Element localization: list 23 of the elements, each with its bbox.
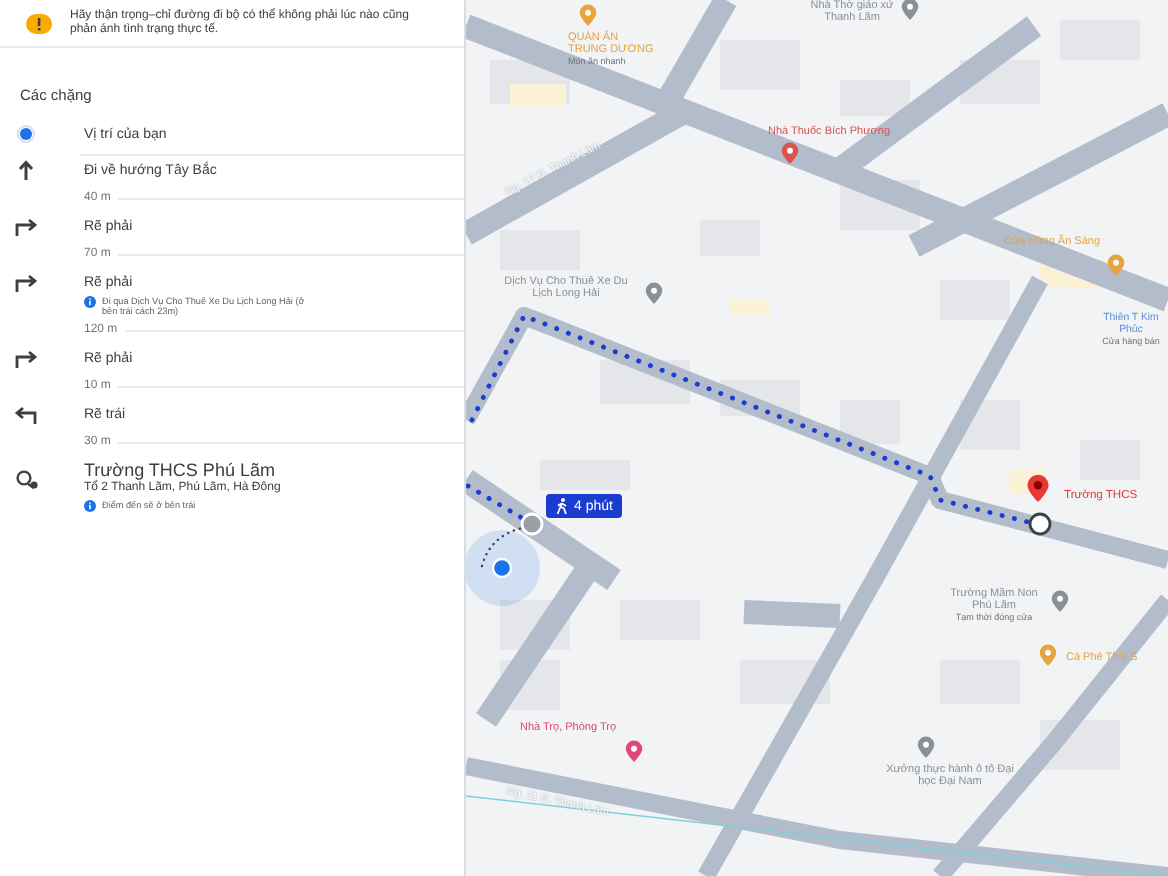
warning-icon xyxy=(26,13,52,33)
building-block xyxy=(720,40,800,90)
building-block xyxy=(940,280,1010,320)
building-block xyxy=(500,230,580,270)
location-dot-icon xyxy=(16,124,36,144)
info-icon xyxy=(84,500,96,512)
route-end-marker xyxy=(1028,512,1052,536)
turn-right-icon xyxy=(14,216,38,236)
turn-right-icon xyxy=(14,348,38,368)
up-arrow-icon xyxy=(18,160,34,180)
destination-pin-icon xyxy=(15,470,37,490)
destination-pin-icon[interactable] xyxy=(1026,474,1050,502)
route-start-marker xyxy=(520,512,544,536)
walking-person-icon xyxy=(556,498,568,514)
building-block xyxy=(840,80,910,116)
turn-left-icon xyxy=(14,404,38,424)
commercial-block xyxy=(510,84,566,108)
destination-name: Trường THCS Phú Lãm xyxy=(84,460,277,480)
turn-right-icon xyxy=(14,272,38,292)
user-location-icon xyxy=(466,530,540,606)
building-block xyxy=(840,400,900,444)
commercial-block xyxy=(730,300,770,316)
info-icon xyxy=(84,296,96,308)
